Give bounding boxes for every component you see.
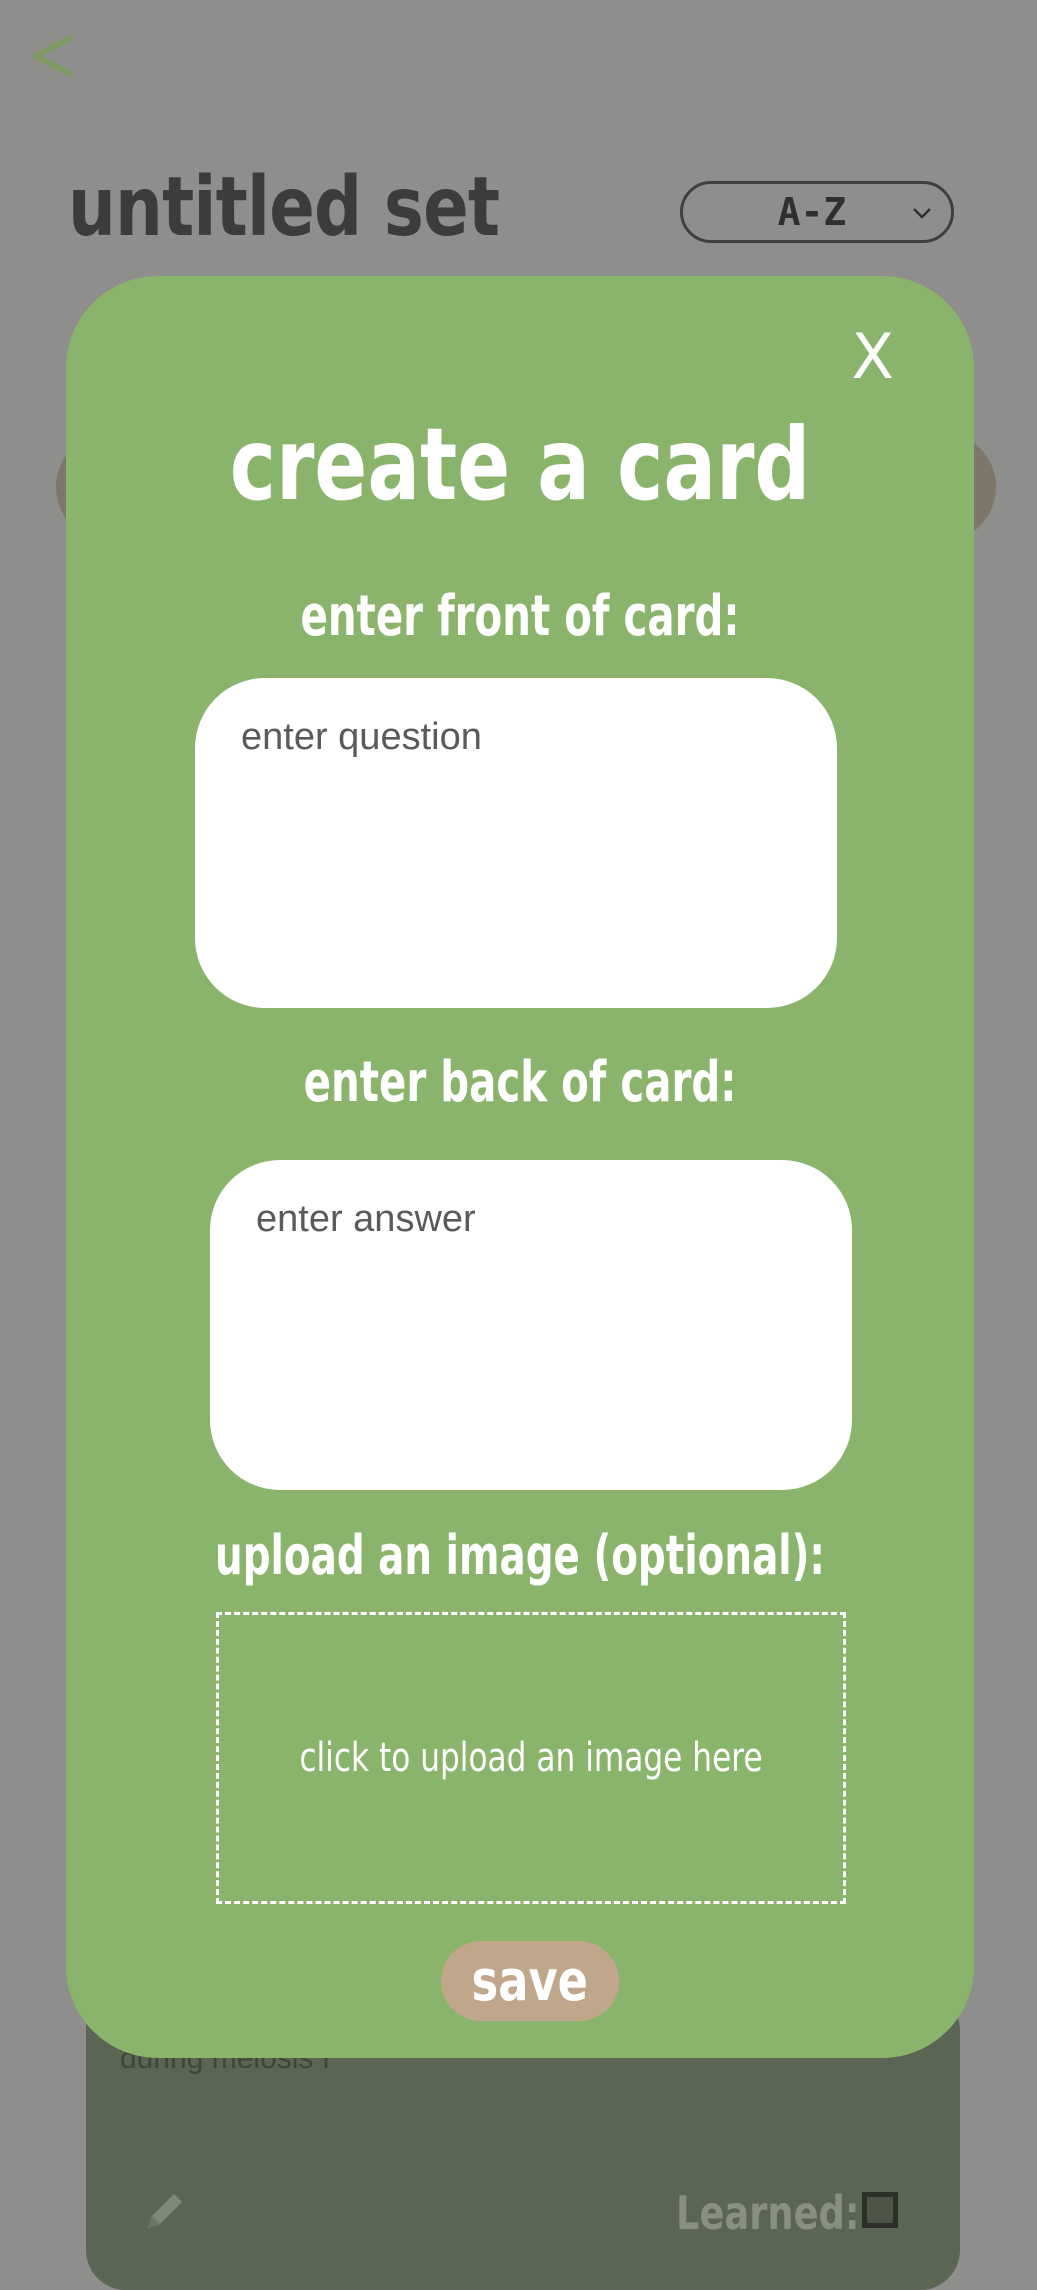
- front-label: enter front of card:: [300, 584, 740, 649]
- back-chevron-icon[interactable]: [28, 30, 78, 80]
- modal-title: create a card: [229, 406, 811, 523]
- sort-select[interactable]: A-Z: [680, 181, 954, 243]
- upload-prompt: click to upload an image here: [299, 1735, 763, 1781]
- sort-selected-value: A-Z: [777, 190, 847, 234]
- learned-checkbox[interactable]: [862, 2192, 898, 2228]
- save-label: save: [471, 1948, 589, 2014]
- save-button[interactable]: save: [441, 1941, 619, 2021]
- pencil-icon[interactable]: [138, 2186, 190, 2238]
- create-card-modal: X create a card enter front of card: ent…: [66, 276, 974, 2058]
- question-input[interactable]: [195, 678, 837, 1008]
- answer-input[interactable]: [210, 1160, 852, 1490]
- image-upload-dropzone[interactable]: click to upload an image here: [216, 1612, 846, 1904]
- chevron-down-icon: [913, 208, 931, 219]
- learned-label: Learned:: [676, 2186, 860, 2240]
- close-button[interactable]: X: [852, 326, 894, 388]
- back-label: enter back of card:: [303, 1050, 737, 1115]
- page-title: untitled set: [68, 160, 500, 255]
- image-label: upload an image (optional):: [215, 1524, 825, 1587]
